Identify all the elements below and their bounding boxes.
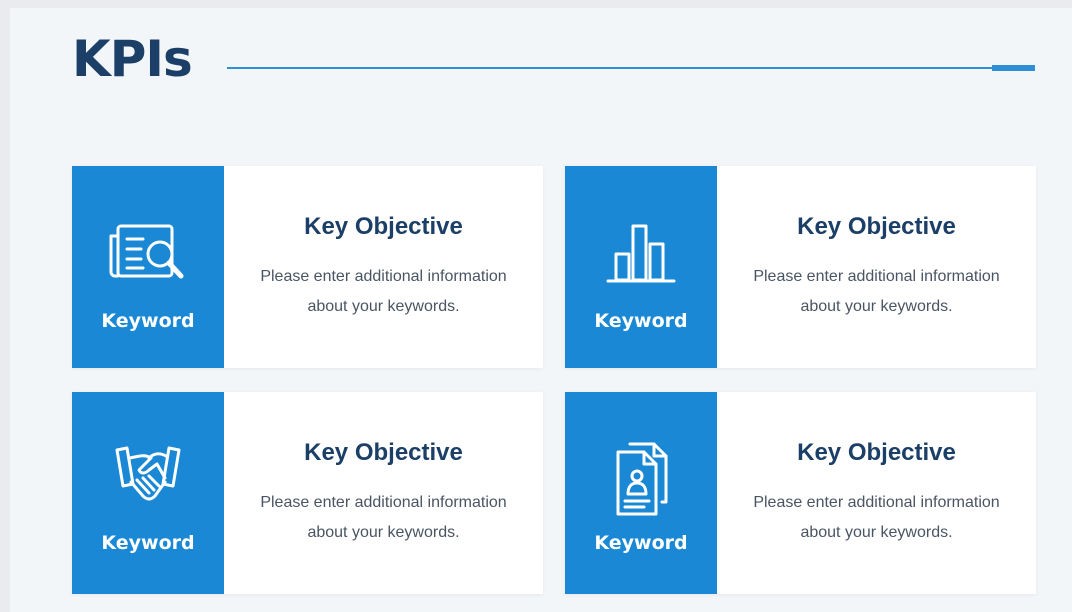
kpi-card: Keyword Key Objective Please enter addit… [565, 166, 1036, 368]
kpi-card: Keyword Key Objective Please enter addit… [72, 392, 543, 594]
kpi-card-badge: Keyword [565, 392, 717, 594]
kpi-card-content: Key Objective Please enter additional in… [224, 166, 543, 368]
title-divider-accent [992, 65, 1035, 71]
kpi-card-badge: Keyword [565, 166, 717, 368]
bar-chart-icon [606, 224, 676, 283]
kpi-card-badge: Keyword [72, 392, 224, 594]
kpi-card-content: Key Objective Please enter additional in… [717, 392, 1036, 594]
key-objective-heading: Key Objective [304, 213, 463, 240]
keyword-label: Keyword [594, 532, 688, 554]
key-objective-description: Please enter additional information abou… [753, 268, 1000, 315]
keyword-label: Keyword [101, 532, 195, 554]
key-objective-description: Please enter additional information abou… [260, 494, 507, 541]
key-objective-heading: Key Objective [797, 439, 956, 466]
key-objective-heading: Key Objective [797, 213, 956, 240]
title-divider [227, 67, 1035, 69]
profile-document-icon [616, 442, 668, 516]
handshake-icon [115, 446, 181, 501]
key-objective-description: Please enter additional information abou… [753, 494, 1000, 541]
keyword-label: Keyword [101, 310, 195, 332]
document-search-icon [109, 224, 184, 279]
key-objective-description: Please enter additional information abou… [260, 268, 507, 315]
kpi-card-badge: Keyword [72, 166, 224, 368]
kpi-card-content: Key Objective Please enter additional in… [717, 166, 1036, 368]
kpi-card: Keyword Key Objective Please enter addit… [72, 166, 543, 368]
kpi-card: Keyword Key Objective Please enter addit… [565, 392, 1036, 594]
key-objective-heading: Key Objective [304, 439, 463, 466]
kpi-card-content: Key Objective Please enter additional in… [224, 392, 543, 594]
keyword-label: Keyword [594, 310, 688, 332]
page-title: KPIs [72, 30, 193, 88]
kpi-slide: KPIs Keyword Key Objective Please enter … [10, 8, 1072, 612]
